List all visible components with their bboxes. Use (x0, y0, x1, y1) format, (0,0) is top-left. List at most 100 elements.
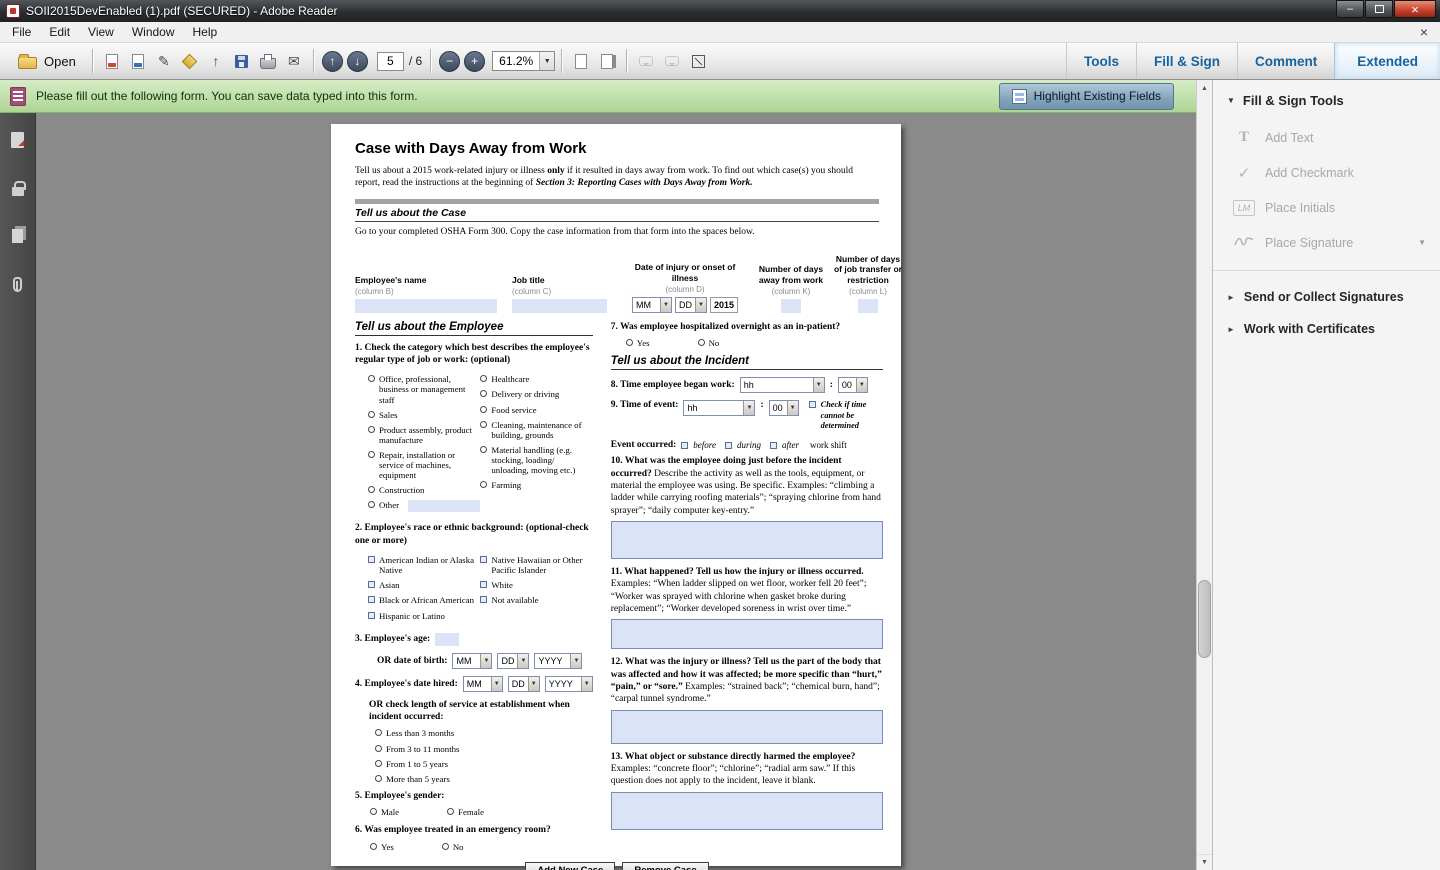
tab-extended[interactable]: Extended (1334, 43, 1440, 79)
add-checkmark-tool[interactable]: ✓ Add Checkmark (1213, 155, 1440, 191)
radio-option[interactable]: From 3 to 11 months (375, 744, 593, 754)
radio-option[interactable]: Food service (480, 405, 592, 415)
menu-file[interactable]: File (3, 23, 40, 41)
hired-year-dropdown[interactable]: YYYY▼ (545, 676, 593, 692)
checkbox-option[interactable]: Native Hawaiian or Other Pacific Islande… (480, 555, 592, 575)
tab-fill-sign[interactable]: Fill & Sign (1136, 43, 1237, 79)
fill-sign-panel-header[interactable]: ▼ Fill & Sign Tools (1213, 80, 1440, 120)
radio-option[interactable]: Repair, installation or service of machi… (368, 450, 480, 480)
checkbox[interactable] (368, 581, 375, 588)
radio-button[interactable] (375, 729, 382, 736)
page-thumbnails-icon[interactable] (5, 127, 31, 153)
checkbox[interactable] (368, 556, 375, 563)
checkbox-option[interactable]: Asian (368, 580, 480, 590)
annotations-icon[interactable] (659, 49, 685, 73)
scrollbar-thumb[interactable] (1198, 580, 1211, 658)
employee-name-field[interactable] (355, 299, 497, 313)
event-before-checkbox[interactable] (681, 442, 688, 449)
place-initials-tool[interactable]: LM Place Initials (1213, 191, 1440, 225)
other-job-field[interactable] (408, 500, 480, 512)
checkbox-option[interactable]: Not available (480, 595, 592, 605)
radio-button[interactable] (368, 501, 375, 508)
open-button[interactable]: Open (8, 50, 86, 73)
chevron-down-icon[interactable]: ▼ (491, 677, 502, 691)
chevron-down-icon[interactable]: ▼ (660, 298, 671, 312)
radio-button[interactable] (368, 426, 375, 433)
event-hour-dropdown[interactable]: hh▼ (683, 400, 755, 416)
zoom-in-button[interactable]: + (464, 51, 485, 72)
security-lock-icon[interactable] (5, 175, 31, 201)
radio-option[interactable]: Male (370, 807, 399, 817)
attachments-icon[interactable] (5, 271, 31, 297)
chevron-down-icon[interactable]: ▼ (480, 654, 491, 668)
checkbox-option[interactable]: White (480, 580, 592, 590)
hired-month-dropdown[interactable]: MM▼ (463, 676, 503, 692)
radio-button[interactable] (375, 760, 382, 767)
vertical-scrollbar[interactable]: ▲ ▼ (1196, 80, 1212, 870)
chevron-down-icon[interactable]: ▼ (517, 654, 528, 668)
age-field[interactable] (435, 633, 459, 646)
chevron-down-icon[interactable]: ▼ (528, 677, 539, 691)
radio-button[interactable] (368, 451, 375, 458)
event-during-checkbox[interactable] (725, 442, 732, 449)
radio-option[interactable]: Healthcare (480, 374, 592, 384)
radio-button[interactable] (368, 486, 375, 493)
comment-icon[interactable] (633, 49, 659, 73)
page-number-input[interactable] (377, 52, 404, 71)
radio-option[interactable]: More than 5 years (375, 774, 593, 784)
radio-button[interactable] (368, 375, 375, 382)
chevron-down-icon[interactable]: ▼ (856, 378, 867, 392)
radio-option-other[interactable]: Other (368, 500, 480, 512)
checkbox[interactable] (480, 556, 487, 563)
menu-view[interactable]: View (79, 23, 123, 41)
radio-button[interactable] (480, 481, 487, 488)
radio-button[interactable] (480, 421, 487, 428)
injury-day-dropdown[interactable]: DD▼ (675, 297, 707, 313)
checkbox-option[interactable]: Hispanic or Latino (368, 611, 480, 621)
chevron-down-icon[interactable]: ▼ (1418, 238, 1428, 247)
menu-window[interactable]: Window (123, 23, 184, 41)
radio-button[interactable] (698, 339, 705, 346)
checkbox[interactable] (368, 596, 375, 603)
days-away-field[interactable] (781, 299, 801, 313)
share-icon[interactable] (177, 49, 203, 73)
time-undetermined-checkbox[interactable] (809, 401, 816, 408)
radio-option[interactable]: Less than 3 months (375, 728, 593, 738)
sign-pen-icon[interactable]: ✎ (151, 49, 177, 73)
radio-option[interactable]: Sales (368, 410, 480, 420)
radio-button[interactable] (447, 808, 454, 815)
zoom-out-button[interactable]: − (439, 51, 460, 72)
pages-panel-icon[interactable] (5, 223, 31, 249)
save-as-icon[interactable] (125, 49, 151, 73)
radio-option[interactable]: Material handling (e.g. stocking, loadin… (480, 445, 592, 475)
add-text-tool[interactable]: T Add Text (1213, 120, 1440, 155)
radio-option[interactable]: Office, professional, business or manage… (368, 374, 480, 404)
radio-option[interactable]: Product assembly, product manufacture (368, 425, 480, 445)
chevron-down-icon[interactable]: ▼ (743, 401, 754, 415)
began-work-minute-dropdown[interactable]: 00▼ (838, 377, 868, 393)
radio-option[interactable]: No (698, 338, 720, 348)
two-page-view-icon[interactable] (594, 49, 620, 73)
hired-day-dropdown[interactable]: DD▼ (508, 676, 540, 692)
checkbox-option[interactable]: Black or African American (368, 595, 480, 605)
checkbox[interactable] (368, 612, 375, 619)
radio-option[interactable]: Construction (368, 485, 480, 495)
chevron-down-icon[interactable]: ▼ (581, 677, 592, 691)
radio-button[interactable] (368, 411, 375, 418)
radio-option[interactable]: Female (447, 807, 484, 817)
email-icon[interactable]: ✉ (281, 49, 307, 73)
birth-month-dropdown[interactable]: MM▼ (452, 653, 492, 669)
event-minute-dropdown[interactable]: 00▼ (769, 400, 799, 416)
injury-month-dropdown[interactable]: MM▼ (632, 297, 672, 313)
radio-option[interactable]: From 1 to 5 years (375, 759, 593, 769)
zoom-level-select[interactable]: 61.2% ▼ (492, 51, 555, 71)
radio-button[interactable] (375, 745, 382, 752)
chevron-down-icon[interactable]: ▼ (813, 378, 824, 392)
radio-button[interactable] (480, 406, 487, 413)
radio-option[interactable]: Farming (480, 480, 592, 490)
q11-answer-field[interactable] (611, 619, 883, 649)
save-icon[interactable] (229, 49, 255, 73)
radio-button[interactable] (370, 808, 377, 815)
remove-case-button[interactable]: Remove Case (622, 862, 708, 870)
scrolling-mode-icon[interactable] (568, 49, 594, 73)
